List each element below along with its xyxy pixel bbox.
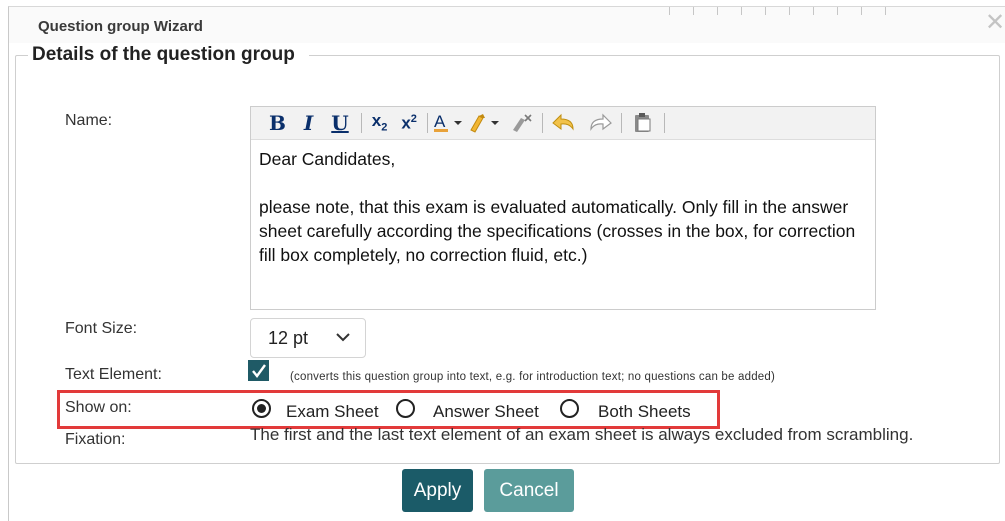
paste-icon[interactable]	[625, 111, 661, 135]
editor-content[interactable]: Dear Candidates, please note, that this …	[251, 140, 875, 274]
dialog-titlebar: Question group Wizard ✕	[9, 7, 1005, 43]
font-size-label: Font Size:	[65, 320, 138, 337]
undo-icon[interactable]	[546, 111, 582, 135]
underline-button[interactable]: U	[322, 113, 357, 133]
toolbar-separator	[620, 113, 622, 133]
question-group-wizard-dialog: Question group Wizard ✕ Details of the q…	[8, 6, 1005, 521]
superscript-mark: 2	[410, 113, 417, 126]
cancel-button[interactable]: Cancel	[484, 469, 574, 512]
subscript-mark: 2	[381, 121, 388, 134]
superscript-button[interactable]: x2	[394, 114, 424, 132]
section-legend: Details of the question group	[32, 44, 295, 65]
fixation-label: Fixation:	[65, 431, 126, 448]
superscript-base: x	[401, 113, 411, 133]
text-element-hint: (converts this question group into text,…	[290, 371, 776, 383]
subscript-base: x	[371, 111, 382, 131]
close-icon[interactable]: ✕	[985, 11, 1005, 35]
text-element-checkbox[interactable]	[248, 360, 269, 381]
fixation-text: The first and the last text element of a…	[250, 425, 914, 444]
font-size-select[interactable]: 12 pt	[250, 318, 366, 358]
redo-icon[interactable]	[582, 111, 618, 135]
dialog-title: Question group Wizard	[38, 18, 203, 35]
toolbar-separator	[541, 113, 543, 133]
editor-toolbar: B I U x2 x2 A	[251, 107, 875, 140]
toolbar-separator	[360, 113, 362, 133]
toolbar-separator	[663, 113, 665, 133]
background-ruler	[669, 7, 889, 15]
name-label: Name:	[65, 112, 113, 129]
svg-text:A: A	[434, 112, 446, 131]
font-size-value: 12 pt	[268, 327, 309, 348]
highlight-color-icon[interactable]	[467, 111, 503, 135]
details-fieldset: Details of the question group Name: B I …	[15, 44, 1000, 464]
toolbar-separator	[426, 113, 428, 133]
apply-button[interactable]: Apply	[402, 469, 473, 512]
italic-button[interactable]: I	[295, 113, 322, 133]
text-color-icon[interactable]: A	[431, 111, 467, 135]
rich-text-editor[interactable]: B I U x2 x2 A Dear Candidates, please no…	[250, 106, 876, 310]
subscript-button[interactable]: x2	[365, 112, 395, 133]
remove-format-icon[interactable]	[503, 111, 539, 135]
bold-button[interactable]: B	[260, 113, 295, 133]
text-element-label: Text Element:	[65, 366, 162, 383]
checkmark-icon	[251, 363, 266, 378]
chevron-down-icon	[336, 333, 350, 342]
